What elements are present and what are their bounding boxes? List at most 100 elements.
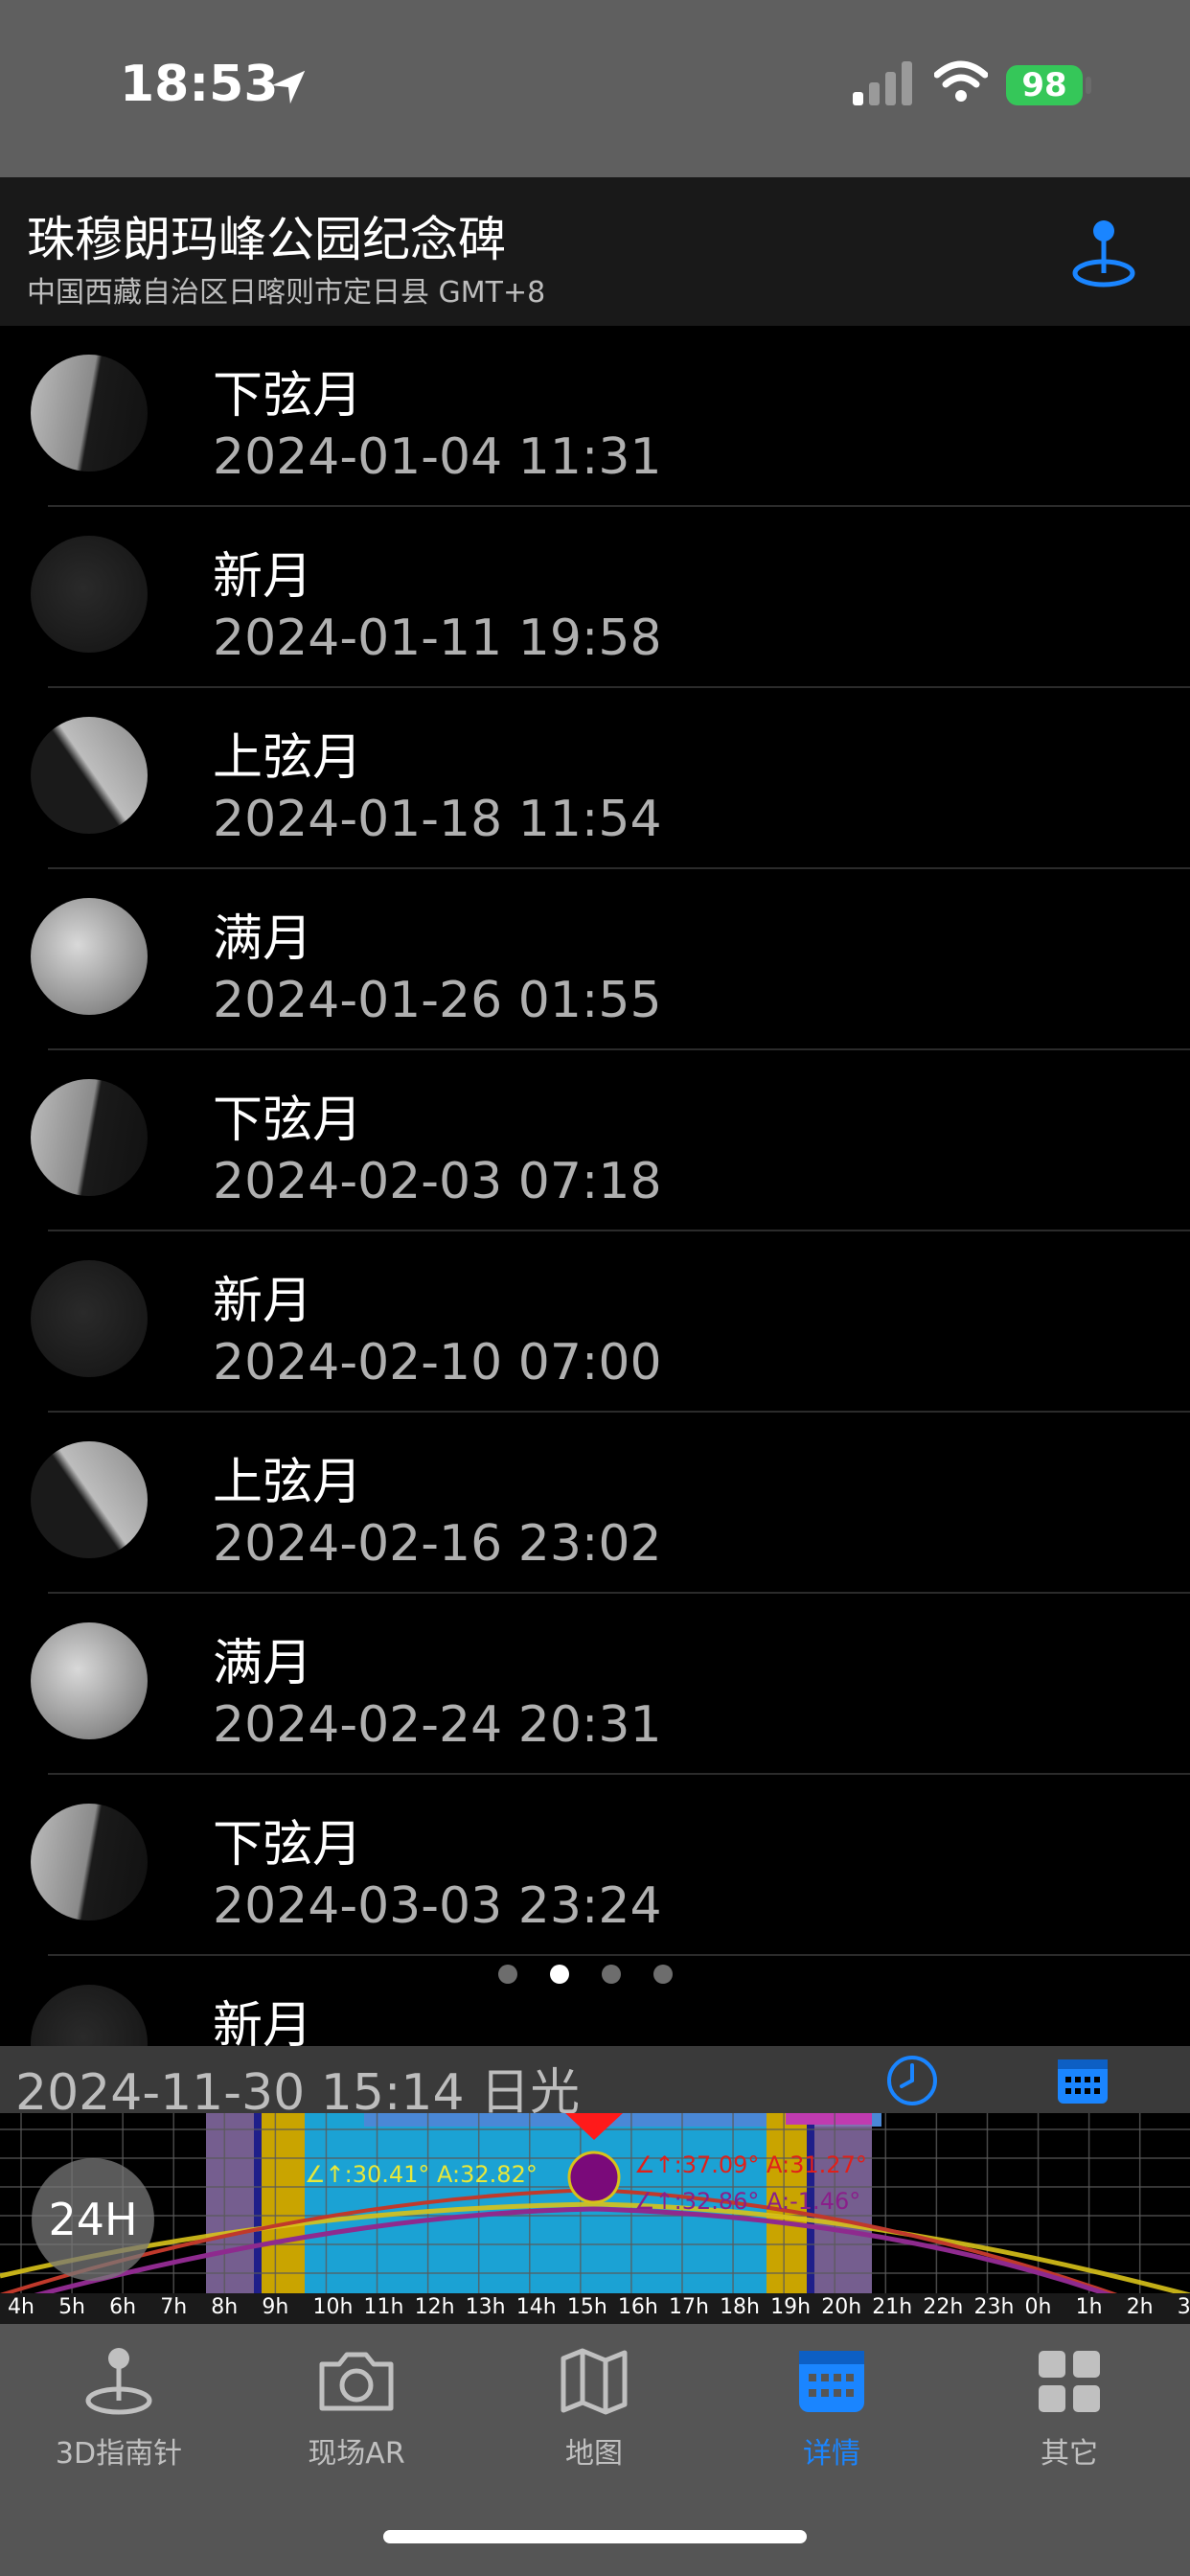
datetime-bar: 2024-11-30 15:14 日光 — [0, 2046, 1190, 2122]
moon-phase-row[interactable]: 新月 2024-02-10 07:00 — [0, 1231, 1190, 1413]
sun-position-readout: ∠↑:30.41° A:32.82° — [305, 2161, 538, 2188]
status-bar: 18:53 98 — [0, 0, 1190, 177]
24h-toggle-button[interactable]: 24H — [32, 2158, 154, 2281]
hour-tick-label: 16h — [617, 2295, 658, 2319]
tab-live-ar[interactable]: 现场AR — [238, 2343, 475, 2472]
tab-other[interactable]: 其它 — [950, 2343, 1188, 2472]
moon-phase-date: 2024-01-11 19:58 — [213, 610, 662, 667]
tab-label: 其它 — [1041, 2437, 1098, 2471]
moon-phase-date: 2024-02-10 07:00 — [213, 1334, 662, 1392]
page-dot[interactable] — [550, 1965, 569, 1984]
battery-level: 98 — [1021, 66, 1067, 104]
tab-label: 详情 — [803, 2437, 860, 2471]
hour-tick-label: 8h — [211, 2295, 239, 2319]
moon-phase-name: 新月 — [213, 1997, 313, 2046]
moon-phase-row[interactable]: 新月 2024-01-11 19:58 — [0, 507, 1190, 688]
location-title: 珠穆朗玛峰公园纪念碑 — [27, 212, 506, 267]
map-icon — [561, 2348, 628, 2415]
first-quarter-moon-icon — [31, 1441, 148, 1558]
new-moon-icon — [31, 1985, 148, 2046]
page-dot[interactable] — [498, 1965, 517, 1984]
page-dot[interactable] — [602, 1965, 621, 1984]
hour-tick-label: 9h — [262, 2295, 289, 2319]
clock-icon[interactable] — [885, 2054, 939, 2107]
moon-phase-date: 2024-01-04 11:31 — [213, 428, 662, 486]
page-indicator[interactable] — [498, 1965, 705, 1986]
last-quarter-moon-icon — [31, 1079, 148, 1196]
hour-tick-label: 22h — [923, 2295, 964, 2319]
wifi-icon — [934, 60, 988, 102]
moon-phase-row[interactable]: 下弦月 2024-01-04 11:31 — [0, 326, 1190, 507]
status-time: 18:53 — [120, 56, 279, 113]
moon-phase-date: 2024-02-03 07:18 — [213, 1153, 662, 1210]
moon-phase-name: 满月 — [213, 1635, 313, 1692]
moon-phase-row[interactable]: 满月 2024-01-26 01:55 — [0, 869, 1190, 1050]
moon-phase-date: 2024-03-03 23:24 — [213, 1877, 662, 1935]
tab-label: 地图 — [565, 2437, 623, 2471]
moon-phase-row[interactable]: 上弦月 2024-02-16 23:02 — [0, 1413, 1190, 1594]
hour-tick-label: 0h — [1024, 2295, 1052, 2319]
moon-phase-row[interactable]: 满月 2024-02-24 20:31 — [0, 1594, 1190, 1775]
moon-phase-row[interactable]: 下弦月 2024-03-03 23:24 — [0, 1775, 1190, 1956]
hour-tick-label: 2h — [1126, 2295, 1154, 2319]
sun-moon-timeline[interactable]: ∠↑:30.41° A:32.82° ∠↑:37.09° A:31.27° ∠↑… — [0, 2113, 1190, 2324]
moon-phase-name: 下弦月 — [213, 1092, 363, 1149]
location-header: 珠穆朗玛峰公园纪念碑 中国西藏自治区日喀则市定日县 GMT+8 — [0, 177, 1190, 326]
cellular-signal-icon — [853, 61, 912, 105]
last-quarter-moon-icon — [31, 355, 148, 472]
moon-phase-name: 上弦月 — [213, 1454, 363, 1511]
hour-tick-label: 10h — [312, 2295, 354, 2319]
red-body-readout: ∠↑:37.09° A:31.27° — [634, 2151, 867, 2178]
page-dot[interactable] — [653, 1965, 673, 1984]
moon-phase-row[interactable]: 上弦月 2024-01-18 11:54 — [0, 688, 1190, 869]
moon-phase-list[interactable]: 下弦月 2024-01-04 11:31 新月 2024-01-11 19:58 上弦月… — [0, 326, 1190, 2046]
tab-label: 现场AR — [308, 2437, 405, 2471]
camera-icon — [319, 2352, 394, 2411]
location-arrow-icon — [271, 70, 306, 104]
new-moon-icon — [31, 1260, 148, 1377]
hour-tick-label: 18h — [720, 2295, 760, 2319]
tab-label: 3D指南针 — [55, 2437, 183, 2471]
hour-tick-label: 4h — [8, 2295, 34, 2319]
hour-tick-label: 6h — [109, 2295, 137, 2319]
hour-tick-label: 11h — [363, 2295, 404, 2319]
moon-phase-row[interactable]: 下弦月 2024-02-03 07:18 — [0, 1050, 1190, 1231]
hour-tick-label: 13h — [465, 2295, 506, 2319]
hour-tick-label: 23h — [973, 2295, 1015, 2319]
moon-position-readout: ∠↑:32.86° A:-1.46° — [634, 2188, 861, 2215]
hour-tick-label: 7h — [160, 2295, 188, 2319]
location-pin-button-icon[interactable] — [1070, 216, 1137, 290]
full-moon-icon — [31, 1622, 148, 1739]
moon-phase-date: 2024-02-16 23:02 — [213, 1515, 662, 1573]
location-subtitle: 中国西藏自治区日喀则市定日县 GMT+8 — [27, 276, 546, 310]
moon-phase-date: 2024-02-24 20:31 — [213, 1696, 662, 1754]
moon-phase-name: 满月 — [213, 910, 313, 968]
hour-tick-label: 12h — [414, 2295, 455, 2319]
moon-phase-name: 新月 — [213, 1273, 313, 1330]
hour-tick-label: 19h — [770, 2295, 812, 2319]
tab-details[interactable]: 详情 — [713, 2343, 950, 2472]
hour-tick-label: 1h — [1075, 2295, 1103, 2319]
full-moon-icon — [31, 898, 148, 1015]
moon-phase-name: 下弦月 — [213, 367, 363, 425]
calendar-icon[interactable] — [1056, 2056, 1110, 2105]
battery-indicator: 98 — [1006, 65, 1083, 105]
hour-tick-label: 5h — [58, 2295, 86, 2319]
hour-tick-label: 3h — [1177, 2295, 1190, 2319]
battery-tip — [1086, 77, 1091, 94]
tab-map[interactable]: 地图 — [475, 2343, 713, 2472]
last-quarter-moon-icon — [31, 1804, 148, 1920]
hour-tick-label: 21h — [872, 2295, 913, 2319]
moon-phase-name: 新月 — [213, 548, 313, 606]
home-indicator — [383, 2530, 807, 2543]
hour-tick-label: 20h — [821, 2295, 862, 2319]
moon-phase-name: 下弦月 — [213, 1816, 363, 1874]
tab-3d-compass[interactable]: 3D指南针 — [0, 2343, 238, 2472]
first-quarter-moon-icon — [31, 717, 148, 834]
moon-phase-name: 上弦月 — [213, 729, 363, 787]
grid-icon — [1039, 2351, 1100, 2412]
hour-tick-label: 17h — [669, 2295, 709, 2319]
moon-phase-date: 2024-01-18 11:54 — [213, 791, 662, 848]
hour-tick-label: 14h — [515, 2295, 557, 2319]
calendar-icon — [799, 2351, 864, 2412]
